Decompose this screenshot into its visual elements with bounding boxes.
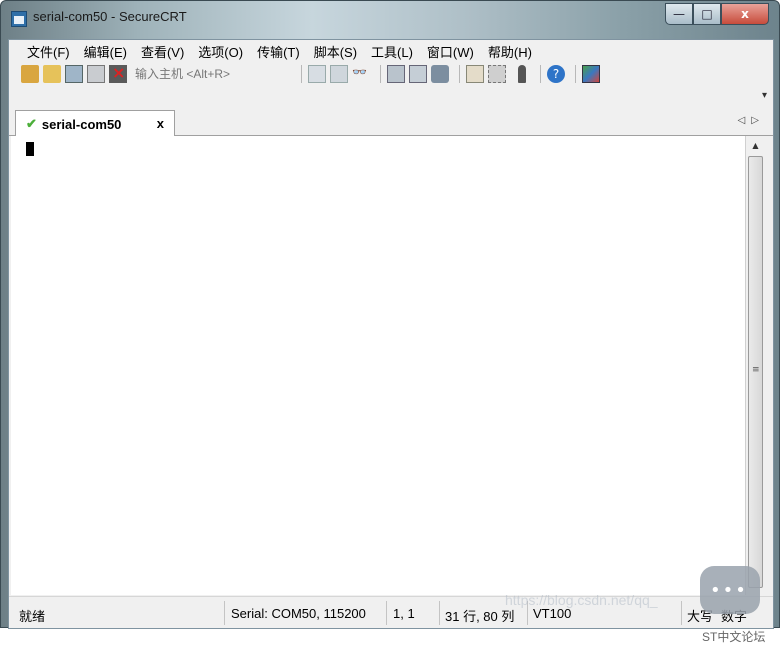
maximize-icon: □ <box>701 7 713 21</box>
tab-next-icon[interactable]: ▷ <box>751 115 765 126</box>
menu-help[interactable]: 帮助(H) <box>488 42 532 61</box>
connect-in-tab-icon[interactable] <box>65 65 83 83</box>
window-title: serial-com50 - SecureCRT <box>33 9 187 24</box>
connect-icon[interactable] <box>21 65 39 83</box>
session-tab-strip: ✔ serial-com50 x ◁▷ <box>9 108 773 137</box>
copy-icon[interactable] <box>308 65 326 83</box>
status-divider <box>439 601 440 625</box>
tab-navigation: ◁▷ <box>738 115 765 126</box>
status-bar: 就绪 Serial: COM50, 115200 1, 1 31 行, 80 列… <box>9 596 773 628</box>
status-cursor-position: 1, 1 <box>393 606 415 621</box>
pin-icon[interactable] <box>518 65 526 83</box>
tab-label: serial-com50 <box>41 116 122 132</box>
print-selection-icon[interactable] <box>409 65 427 83</box>
window-controls: — □ x <box>665 3 769 27</box>
tab-serial-com50[interactable]: ✔ serial-com50 x <box>15 110 175 137</box>
check-icon: ✔ <box>26 116 37 131</box>
title-bar[interactable]: serial-com50 - SecureCRT — □ x <box>1 1 780 39</box>
keymap-icon[interactable] <box>488 65 506 83</box>
watermark-text: https://blog.csdn.net/qq_ <box>505 592 658 608</box>
status-divider <box>386 601 387 625</box>
status-divider <box>224 601 225 625</box>
printer-icon[interactable] <box>431 65 449 83</box>
close-icon: x <box>741 7 749 21</box>
status-rows-cols: 31 行, 80 列 <box>445 609 515 624</box>
terminal-screen[interactable] <box>11 136 745 595</box>
close-window-button[interactable]: x <box>721 3 769 25</box>
menu-window[interactable]: 窗口(W) <box>427 42 474 61</box>
menu-transfer[interactable]: 传输(T) <box>257 42 300 61</box>
menu-options[interactable]: 选项(O) <box>198 42 243 61</box>
sftp-map-icon[interactable] <box>582 65 600 83</box>
toolbar-separator <box>540 65 541 83</box>
status-terminal-type: VT100 <box>533 606 572 621</box>
toolbar-separator <box>459 65 460 83</box>
host-input[interactable]: 输入主机 <Alt+R> <box>135 65 295 83</box>
minimize-icon: — <box>673 7 685 21</box>
toolbar: 输入主机 <Alt+R> ? <box>9 62 773 86</box>
toolbar-separator <box>575 65 576 83</box>
securecrt-app-icon[interactable] <box>11 11 27 27</box>
status-divider <box>681 601 682 625</box>
disconnect-icon[interactable] <box>109 63 127 83</box>
minimize-button[interactable]: — <box>665 3 693 25</box>
chat-bubble-icon <box>700 566 760 614</box>
scrollbar-thumb[interactable]: ≡ <box>748 156 763 588</box>
menu-file[interactable]: 文件(F) <box>27 42 70 61</box>
reconnect-icon[interactable] <box>87 65 105 83</box>
menu-edit[interactable]: 编辑(E) <box>84 42 127 61</box>
status-serial: Serial: COM50, 115200 <box>231 606 366 621</box>
quick-connect-icon[interactable] <box>43 65 61 83</box>
paste-icon[interactable] <box>330 65 348 83</box>
toolbar-separator <box>380 65 381 83</box>
toolbar-overflow-icon[interactable]: ▾ <box>762 90 767 101</box>
menu-bar: 文件(F) 编辑(E) 查看(V) 选项(O) 传输(T) 脚本(S) 工具(L… <box>9 40 773 62</box>
menu-tools[interactable]: 工具(L) <box>371 42 413 61</box>
status-ready: 就绪 <box>19 609 46 624</box>
scrollbar-grip-icon: ≡ <box>752 365 760 375</box>
app-window: serial-com50 - SecureCRT — □ x 文件(F) 编辑(… <box>0 0 780 629</box>
tab-prev-icon[interactable]: ◁ <box>738 115 752 126</box>
print-icon[interactable] <box>387 65 405 83</box>
terminal-cursor <box>26 142 34 156</box>
vertical-scrollbar[interactable]: ▲ ≡ <box>745 136 765 595</box>
find-icon[interactable] <box>352 65 370 83</box>
maximize-button[interactable]: □ <box>693 3 721 25</box>
help-icon[interactable]: ? <box>547 65 565 83</box>
menu-view[interactable]: 查看(V) <box>141 42 184 61</box>
footer-watermark: ST中文论坛 <box>702 630 766 644</box>
toolbar-separator <box>301 65 302 83</box>
session-options-icon[interactable] <box>466 65 484 83</box>
scroll-up-icon[interactable]: ▲ <box>748 139 763 153</box>
menu-script[interactable]: 脚本(S) <box>314 42 357 61</box>
tab-close-button[interactable]: x <box>157 116 164 131</box>
